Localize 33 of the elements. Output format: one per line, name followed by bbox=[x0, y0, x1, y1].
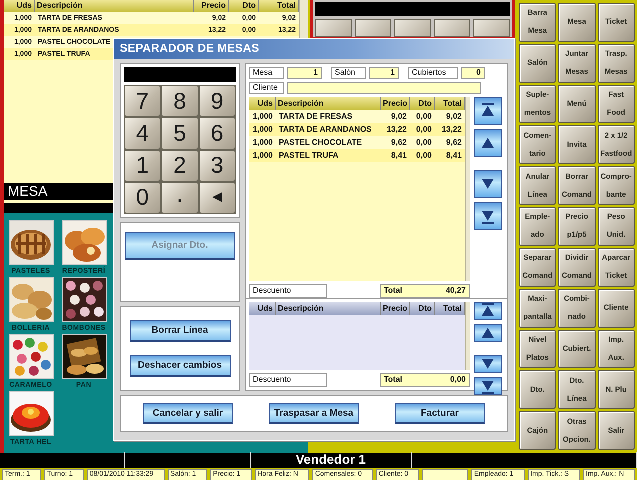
table-cell-text: 0,00 bbox=[415, 125, 433, 134]
table-cell-text: 9,02 bbox=[445, 112, 463, 121]
total-value: 40,27 bbox=[446, 285, 466, 297]
total-label: Total bbox=[384, 374, 403, 386]
table-cell-text: 9,62 bbox=[445, 138, 463, 147]
table-cell-text: 13,22 bbox=[386, 125, 408, 134]
table-cell-text: TARTA DE FRESAS bbox=[278, 112, 354, 121]
total-value: 0,00 bbox=[450, 374, 466, 386]
table-cell-text: 0,00 bbox=[415, 151, 433, 160]
dialog-title: SEPARADOR DE MESAS bbox=[114, 39, 514, 59]
column-header: Descripción bbox=[276, 302, 381, 315]
total-label: Total bbox=[384, 285, 403, 297]
table-cell-text: 1,000 bbox=[252, 151, 274, 160]
field-label: Cliente bbox=[249, 82, 284, 94]
table-cell-text: 8,41 bbox=[445, 151, 463, 160]
table-cell-text: PASTEL CHOCOLATE bbox=[278, 138, 364, 147]
table-cell-text: 13,22 bbox=[440, 125, 463, 134]
table-cell-text: 8,41 bbox=[390, 151, 408, 160]
table-cell-text: PASTEL TRUFA bbox=[278, 151, 340, 160]
table-cell-text: 1,000 bbox=[252, 112, 274, 121]
column-header: Precio bbox=[381, 302, 410, 315]
column-header: Dto bbox=[410, 302, 435, 315]
field-label: Cubiertos bbox=[408, 67, 458, 79]
field-label: Salón bbox=[331, 67, 366, 79]
column-header: Uds bbox=[249, 302, 276, 315]
field-label: Mesa bbox=[249, 67, 284, 79]
table-cell-text: 1,000 bbox=[252, 138, 274, 147]
table-cell-text: 0,00 bbox=[415, 112, 433, 121]
table-cell-text: 9,62 bbox=[390, 138, 408, 147]
table-cell-text: 9,02 bbox=[390, 112, 408, 121]
table-cell-text: 0,00 bbox=[415, 138, 433, 147]
table-cell-text: 1,000 bbox=[252, 125, 274, 134]
table-cell-text: TARTA DE ARANDANOS bbox=[278, 125, 373, 134]
